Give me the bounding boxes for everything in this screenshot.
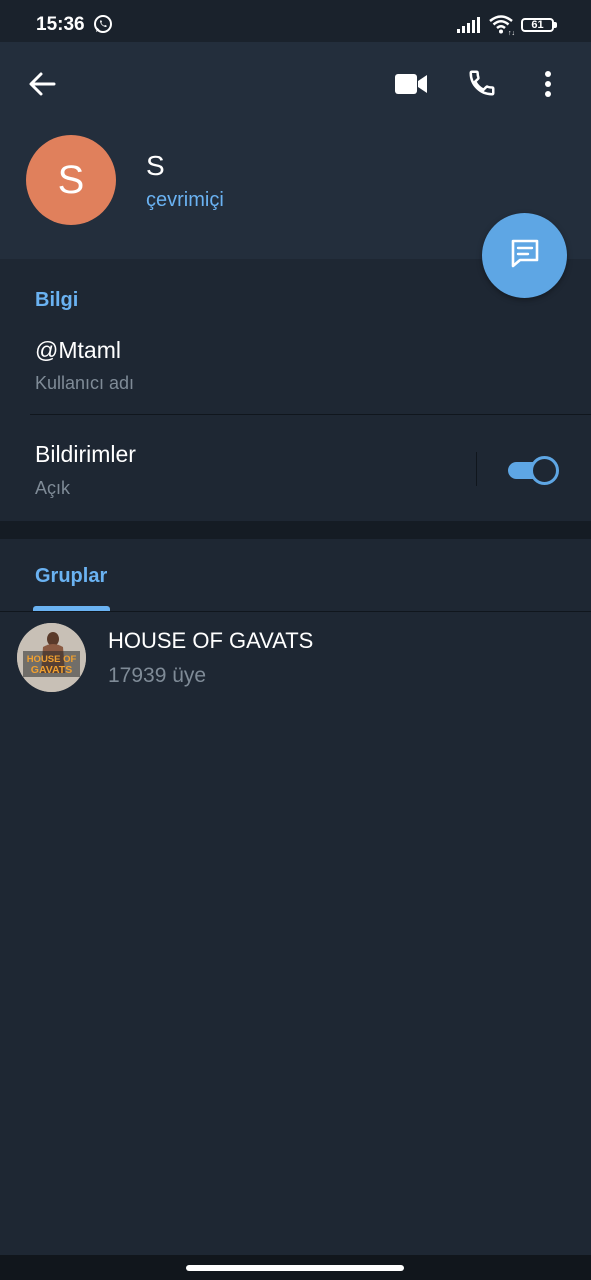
profile-name: S	[146, 150, 165, 181]
vertical-divider	[476, 452, 477, 486]
group-members: 17939 üye	[108, 664, 207, 687]
send-message-button[interactable]	[482, 213, 567, 298]
username-label: Kullanıcı adı	[35, 373, 135, 393]
more-vert-icon[interactable]	[543, 70, 553, 103]
svg-text:↑↓: ↑↓	[508, 30, 515, 36]
username-value: @Mtaml	[35, 337, 121, 363]
notifications-toggle[interactable]	[508, 455, 560, 485]
avatar[interactable]: S	[26, 135, 116, 225]
online-status: çevrimiçi	[146, 189, 224, 211]
phone-icon[interactable]	[467, 68, 497, 103]
home-gesture-handle[interactable]	[186, 1265, 404, 1271]
toggle-knob	[530, 456, 559, 485]
list-item[interactable]: HOUSE OF GAVATS HOUSE OF GAVATS 17939 üy…	[0, 612, 591, 702]
notifications-state: Açık	[35, 478, 71, 498]
back-arrow-icon[interactable]	[28, 70, 56, 103]
group-name: HOUSE OF GAVATS	[108, 628, 314, 653]
battery-icon: 61	[521, 18, 554, 32]
avatar-letter: S	[57, 157, 85, 202]
whatsapp-icon	[93, 14, 113, 39]
group-logo-text-bottom: GAVATS	[31, 664, 72, 676]
status-bar: 15:36 ↑↓ 61	[0, 0, 591, 42]
tab-groups[interactable]: Gruplar	[35, 565, 107, 588]
status-time: 15:36	[36, 14, 85, 35]
battery-level: 61	[531, 19, 544, 31]
section-separator	[0, 521, 591, 539]
message-icon	[507, 235, 543, 276]
battery-tip	[554, 22, 557, 28]
wifi-icon: ↑↓	[489, 14, 515, 41]
notifications-label: Bildirimler	[35, 441, 136, 467]
group-avatar: HOUSE OF GAVATS	[17, 623, 86, 692]
info-section: Bilgi @Mtaml Kullanıcı adı Bildirimler A…	[0, 260, 591, 521]
video-call-icon[interactable]	[394, 72, 428, 101]
divider	[30, 414, 591, 415]
group-logo: HOUSE OF GAVATS	[17, 623, 86, 692]
groups-section: Gruplar HOUSE OF GAVATS HOUSE OF GAVATS …	[0, 539, 591, 1255]
info-title: Bilgi	[35, 289, 79, 311]
navigation-bar	[0, 1255, 591, 1280]
signal-icon	[457, 16, 481, 39]
